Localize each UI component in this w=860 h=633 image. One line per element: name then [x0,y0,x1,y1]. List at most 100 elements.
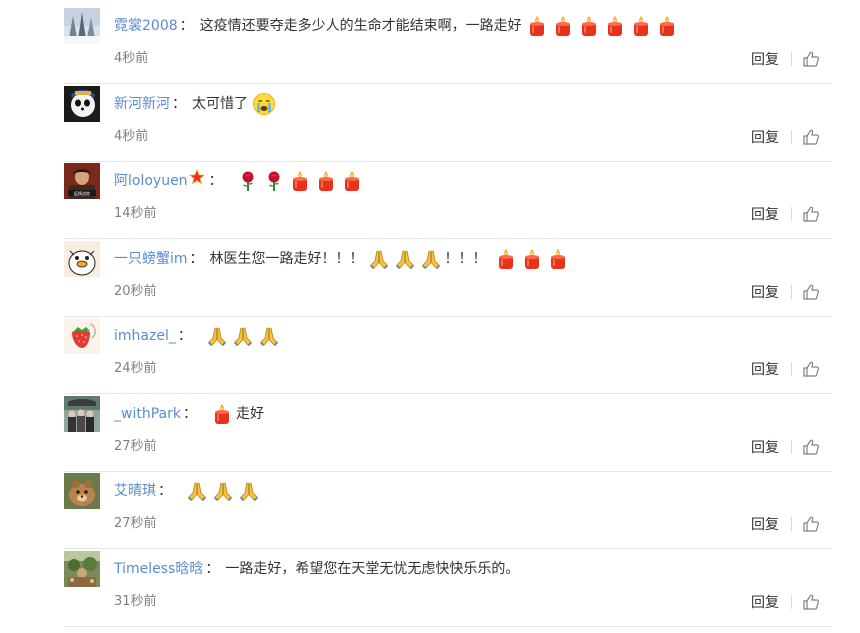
action-divider [791,517,792,531]
rose-icon [237,170,259,192]
comment-body: 一只螃蟹im： 林医生您一路走好！！！ ！！！ [114,247,569,271]
pray-icon [420,248,442,270]
thumbs-up-icon[interactable] [802,205,820,223]
reply-button[interactable]: 回复 [751,592,779,612]
comment-item: 一只螃蟹im： 林医生您一路走好！！！ ！！！ 20秒前 回复 [64,239,832,317]
thumbs-up-icon[interactable] [802,438,820,456]
comment-body: 霓裳2008： 这疫情还要夺走多少人的生命才能结束啊，一路走好 [114,14,678,38]
avatar[interactable] [64,85,100,122]
colon-separator: ： [179,18,194,34]
comment-body: _withPark： 走好 [114,402,264,426]
comment-body: 艾晴琪： [114,479,260,503]
username-link[interactable]: _withPark [114,402,181,426]
comment-item: _withPark： 走好 27秒前 回复 [64,394,832,472]
thumbs-up-icon[interactable] [802,593,820,611]
action-divider [791,362,792,376]
thumbs-up-icon[interactable] [802,128,820,146]
username-link[interactable]: imhazel_ [114,324,176,348]
avatar[interactable]: 疫情追踪 [64,163,100,199]
thumbs-up-icon[interactable] [802,360,820,378]
avatar[interactable] [64,473,100,509]
comment-body: imhazel_： [114,324,280,348]
thumbs-up-icon[interactable] [802,515,820,533]
pray-icon [238,480,260,502]
comment-item: 艾晴琪： 27秒前 回复 [64,471,832,549]
comment-actions: 回复 [751,203,820,225]
comment-actions: 回复 [751,436,820,458]
username-link[interactable]: 霓裳2008 [114,14,178,38]
avatar[interactable] [64,550,100,587]
pray-icon [232,325,254,347]
thumbs-up-icon[interactable] [802,50,820,68]
colon-separator: ： [182,405,197,422]
comment-actions: 回复 [751,591,820,613]
candle-icon [630,15,652,37]
comment-time: 14秒前 [114,206,157,221]
avatar[interactable] [64,240,100,277]
colon-separator: ： [208,173,223,189]
reply-button[interactable]: 回复 [751,514,779,534]
comment-item: 霓裳2008： 这疫情还要夺走多少人的生命才能结束啊，一路走好 4秒前 回复 [64,6,832,84]
reply-button[interactable]: 回复 [751,49,779,69]
reply-button[interactable]: 回复 [751,204,779,224]
candle-icon [521,248,543,270]
comment-item: 疫情追踪 阿loloyuen ： 14秒前 回复 [64,161,832,239]
crying-face-icon [252,92,276,116]
colon-separator: ： [172,95,186,112]
pray-icon [258,325,280,347]
candle-icon [315,170,337,192]
action-divider [791,52,792,66]
thumbs-up-icon[interactable] [802,283,820,301]
candle-icon [604,15,626,37]
reply-button[interactable]: 回复 [751,282,779,302]
rose-icon [263,170,285,192]
reply-button[interactable]: 回复 [751,437,779,457]
avatar[interactable] [64,395,100,432]
comment-actions: 回复 [751,358,820,380]
pray-icon [368,248,390,270]
comment-body: Timeless晗晗： 一路走好，希望您在天堂无忧无虑快快乐乐的。 [114,557,519,581]
comment-text: 林医生您一路走好！！！ [209,250,364,267]
candle-icon [495,248,517,270]
colon-separator: ： [177,328,192,344]
username-link[interactable]: 艾晴琪 [114,479,156,503]
candle-icon [526,15,548,37]
candle-icon [289,170,311,192]
candle-icon [578,15,600,37]
avatar[interactable] [64,318,100,354]
comment-actions: 回复 [751,513,820,535]
comment-text: 太可惜了 [192,95,248,112]
comment-body: 新河新河： 太可惜了 [114,92,276,116]
candle-icon [656,15,678,37]
comment-item: imhazel_： 24秒前 回复 [64,316,832,394]
comment-item: 新河新河： 太可惜了 4秒前 回复 [64,84,832,162]
candle-icon [552,15,574,37]
comment-actions: 回复 [751,281,820,303]
comment-item: Timeless晗晗： 一路走好，希望您在天堂无忧无虑快快乐乐的。 31秒前 回复 [64,549,832,627]
candle-icon [341,170,363,192]
comment-body: 阿loloyuen ： [114,168,363,193]
reply-button[interactable]: 回复 [751,127,779,147]
comment-text-after: ！！！ [444,250,487,267]
avatar[interactable] [64,8,100,44]
action-divider [791,129,792,144]
colon-separator: ： [189,250,204,267]
pray-icon [394,248,416,270]
candle-icon [547,248,569,270]
username-link[interactable]: 阿loloyuen [114,169,188,193]
pray-icon [206,325,228,347]
comment-text-after: 走好 [235,405,264,422]
username-link[interactable]: 新河新河 [114,92,170,116]
reply-button[interactable]: 回复 [751,359,779,379]
colon-separator: ： [205,560,220,577]
svg-text:疫情追踪: 疫情追踪 [74,190,90,196]
star-badge-icon [188,168,205,193]
username-link[interactable]: Timeless晗晗 [114,557,203,581]
candle-icon [211,403,233,425]
action-divider [791,207,792,221]
comment-time: 20秒前 [114,283,157,299]
comment-time: 4秒前 [114,128,149,144]
comment-actions: 回复 [751,48,820,70]
pray-icon [212,480,234,502]
username-link[interactable]: 一只螃蟹im [114,247,188,271]
